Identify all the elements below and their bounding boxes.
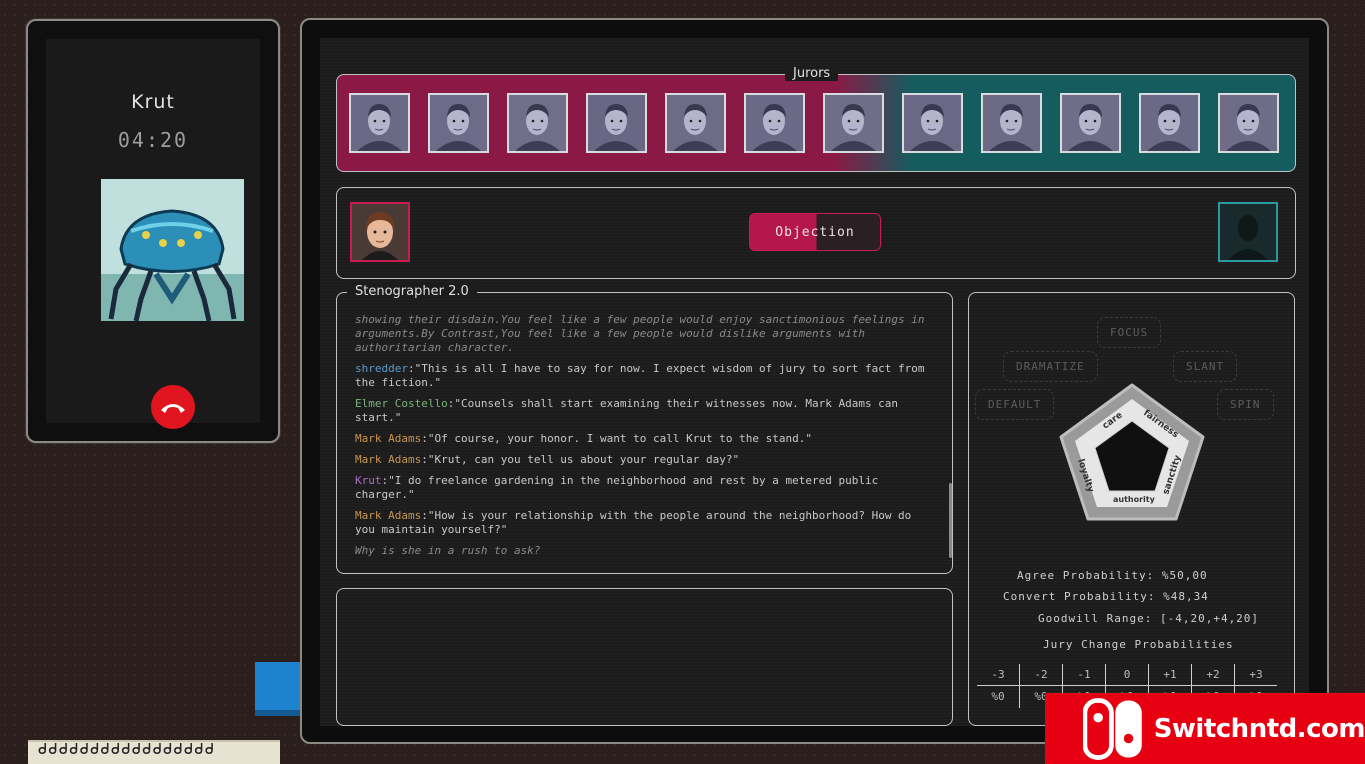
- goodwill-range: Goodwill Range: [-4,20,+4,20]: [1038, 612, 1260, 625]
- hangup-button[interactable]: [151, 385, 195, 429]
- tactic-slant[interactable]: SLANT: [1173, 351, 1238, 382]
- jury-change-delta: -2: [1020, 664, 1062, 686]
- jury-change-value: %0: [991, 690, 1005, 703]
- line-text: :"Krut, can you tell us about your regul…: [421, 453, 740, 466]
- caller-name: Krut: [131, 91, 175, 113]
- tactics-stats-panel: FOCUS DRAMATIZE SLANT DEFAULT SPIN care …: [968, 292, 1295, 726]
- jury-change-delta: -1: [1063, 664, 1105, 686]
- transcript-line: Mark Adams:"How is your relationship wit…: [355, 509, 933, 537]
- stenographer-panel: Stenographer 2.0 showing their disdain.Y…: [336, 284, 953, 574]
- speaker-name: Krut: [355, 474, 382, 487]
- tactic-dramatize[interactable]: DRAMATIZE: [1003, 351, 1098, 382]
- call-timer: 04:20: [117, 128, 189, 152]
- juror-portrait-8[interactable]: [902, 93, 963, 153]
- jurors-label: Jurors: [785, 66, 839, 81]
- monitor-screen: Jurors Objection Stenographer 2.0 showin…: [320, 38, 1309, 726]
- convert-probability: Convert Probability: %48,34: [1003, 590, 1209, 603]
- juror-portrait-12[interactable]: [1218, 93, 1279, 153]
- notepad-rings: ᑯᑯᑯᑯᑯᑯᑯᑯᑯᑯᑯᑯᑯᑯᑯᑯᑯ: [38, 740, 216, 758]
- lawyer-bar: Objection: [336, 187, 1296, 279]
- jury-change-delta: 0: [1106, 664, 1148, 686]
- monitor: Jurors Objection Stenographer 2.0 showin…: [300, 18, 1329, 744]
- watermark: Switchntd.com: [1045, 693, 1365, 764]
- juror-portrait-7[interactable]: [823, 93, 884, 153]
- line-text: :"I do freelance gardening in the neighb…: [355, 474, 879, 501]
- transcript[interactable]: showing their disdain.You feel like a fe…: [355, 313, 933, 565]
- transcript-line: Why is she in a rush to ask?: [355, 544, 933, 558]
- phone-screen: Krut 04:20: [46, 39, 260, 429]
- juror-portrait-9[interactable]: [981, 93, 1042, 153]
- jury-change-delta: -3: [977, 664, 1019, 686]
- line-text: :"This is all I have to say for now. I e…: [355, 362, 925, 389]
- line-text: :"Of course, your honor. I want to call …: [421, 432, 812, 445]
- transcript-scrollbar[interactable]: [949, 483, 952, 558]
- objection-button[interactable]: Objection: [749, 213, 881, 251]
- line-text: Why is she in a rush to ask?: [355, 544, 541, 557]
- jurors-panel: Jurors: [336, 66, 1296, 172]
- prosecutor-portrait[interactable]: [350, 202, 410, 262]
- tactic-default[interactable]: DEFAULT: [975, 389, 1055, 420]
- wheel-label-authority: authority: [1113, 495, 1156, 504]
- blue-sticky-block: [255, 662, 301, 716]
- notepad: ᑯᑯᑯᑯᑯᑯᑯᑯᑯᑯᑯᑯᑯᑯᑯᑯᑯ: [28, 740, 280, 764]
- jury-change-delta: +3: [1235, 664, 1277, 686]
- juror-portrait-4[interactable]: [586, 93, 647, 153]
- jury-change-title: Jury Change Probabilities: [1043, 638, 1234, 651]
- juror-portrait-2[interactable]: [428, 93, 489, 153]
- watermark-text: Switchntd.com: [1153, 713, 1365, 744]
- transcript-line: Krut:"I do freelance gardening in the ne…: [355, 474, 933, 502]
- line-text: :"How is your relationship with the peop…: [355, 509, 912, 536]
- agree-probability: Agree Probability: %50,00: [1017, 569, 1208, 582]
- speaker-name: Mark Adams: [355, 453, 422, 466]
- stenographer-title: Stenographer 2.0: [347, 284, 477, 299]
- switch-logo-icon: [1083, 697, 1142, 760]
- speaker-name: Mark Adams: [355, 509, 422, 522]
- line-text: showing their disdain.You feel like a fe…: [355, 313, 925, 354]
- phone-device: Krut 04:20: [26, 19, 280, 443]
- tactic-spin[interactable]: SPIN: [1217, 389, 1274, 420]
- phone-hangup-icon: [161, 404, 185, 413]
- response-input-area[interactable]: [336, 588, 953, 726]
- juror-portrait-10[interactable]: [1060, 93, 1121, 153]
- defense-portrait[interactable]: [1218, 202, 1278, 262]
- juror-portrait-11[interactable]: [1139, 93, 1200, 153]
- speaker-name: Mark Adams: [355, 432, 422, 445]
- jury-change-delta: +2: [1192, 664, 1234, 686]
- speaker-name: shredder: [355, 362, 408, 375]
- caller-portrait: [101, 179, 244, 321]
- juror-portrait-6[interactable]: [744, 93, 805, 153]
- jury-change-column: -3 %0: [977, 664, 1020, 708]
- transcript-line: Elmer Costello:"Counsels shall start exa…: [355, 397, 933, 425]
- transcript-line: showing their disdain.You feel like a fe…: [355, 313, 933, 355]
- tactic-focus[interactable]: FOCUS: [1097, 317, 1162, 348]
- juror-portrait-3[interactable]: [507, 93, 568, 153]
- transcript-line: Mark Adams:"Of course, your honor. I wan…: [355, 432, 933, 446]
- juror-portrait-1[interactable]: [349, 93, 410, 153]
- jury-change-delta: +1: [1149, 664, 1191, 686]
- speaker-name: Elmer Costello: [355, 397, 448, 410]
- transcript-line: shredder:"This is all I have to say for …: [355, 362, 933, 390]
- transcript-line: Mark Adams:"Krut, can you tell us about …: [355, 453, 933, 467]
- juror-portrait-5[interactable]: [665, 93, 726, 153]
- moral-foundations-wheel: care fairness loyalty sanctity authority: [1059, 383, 1205, 521]
